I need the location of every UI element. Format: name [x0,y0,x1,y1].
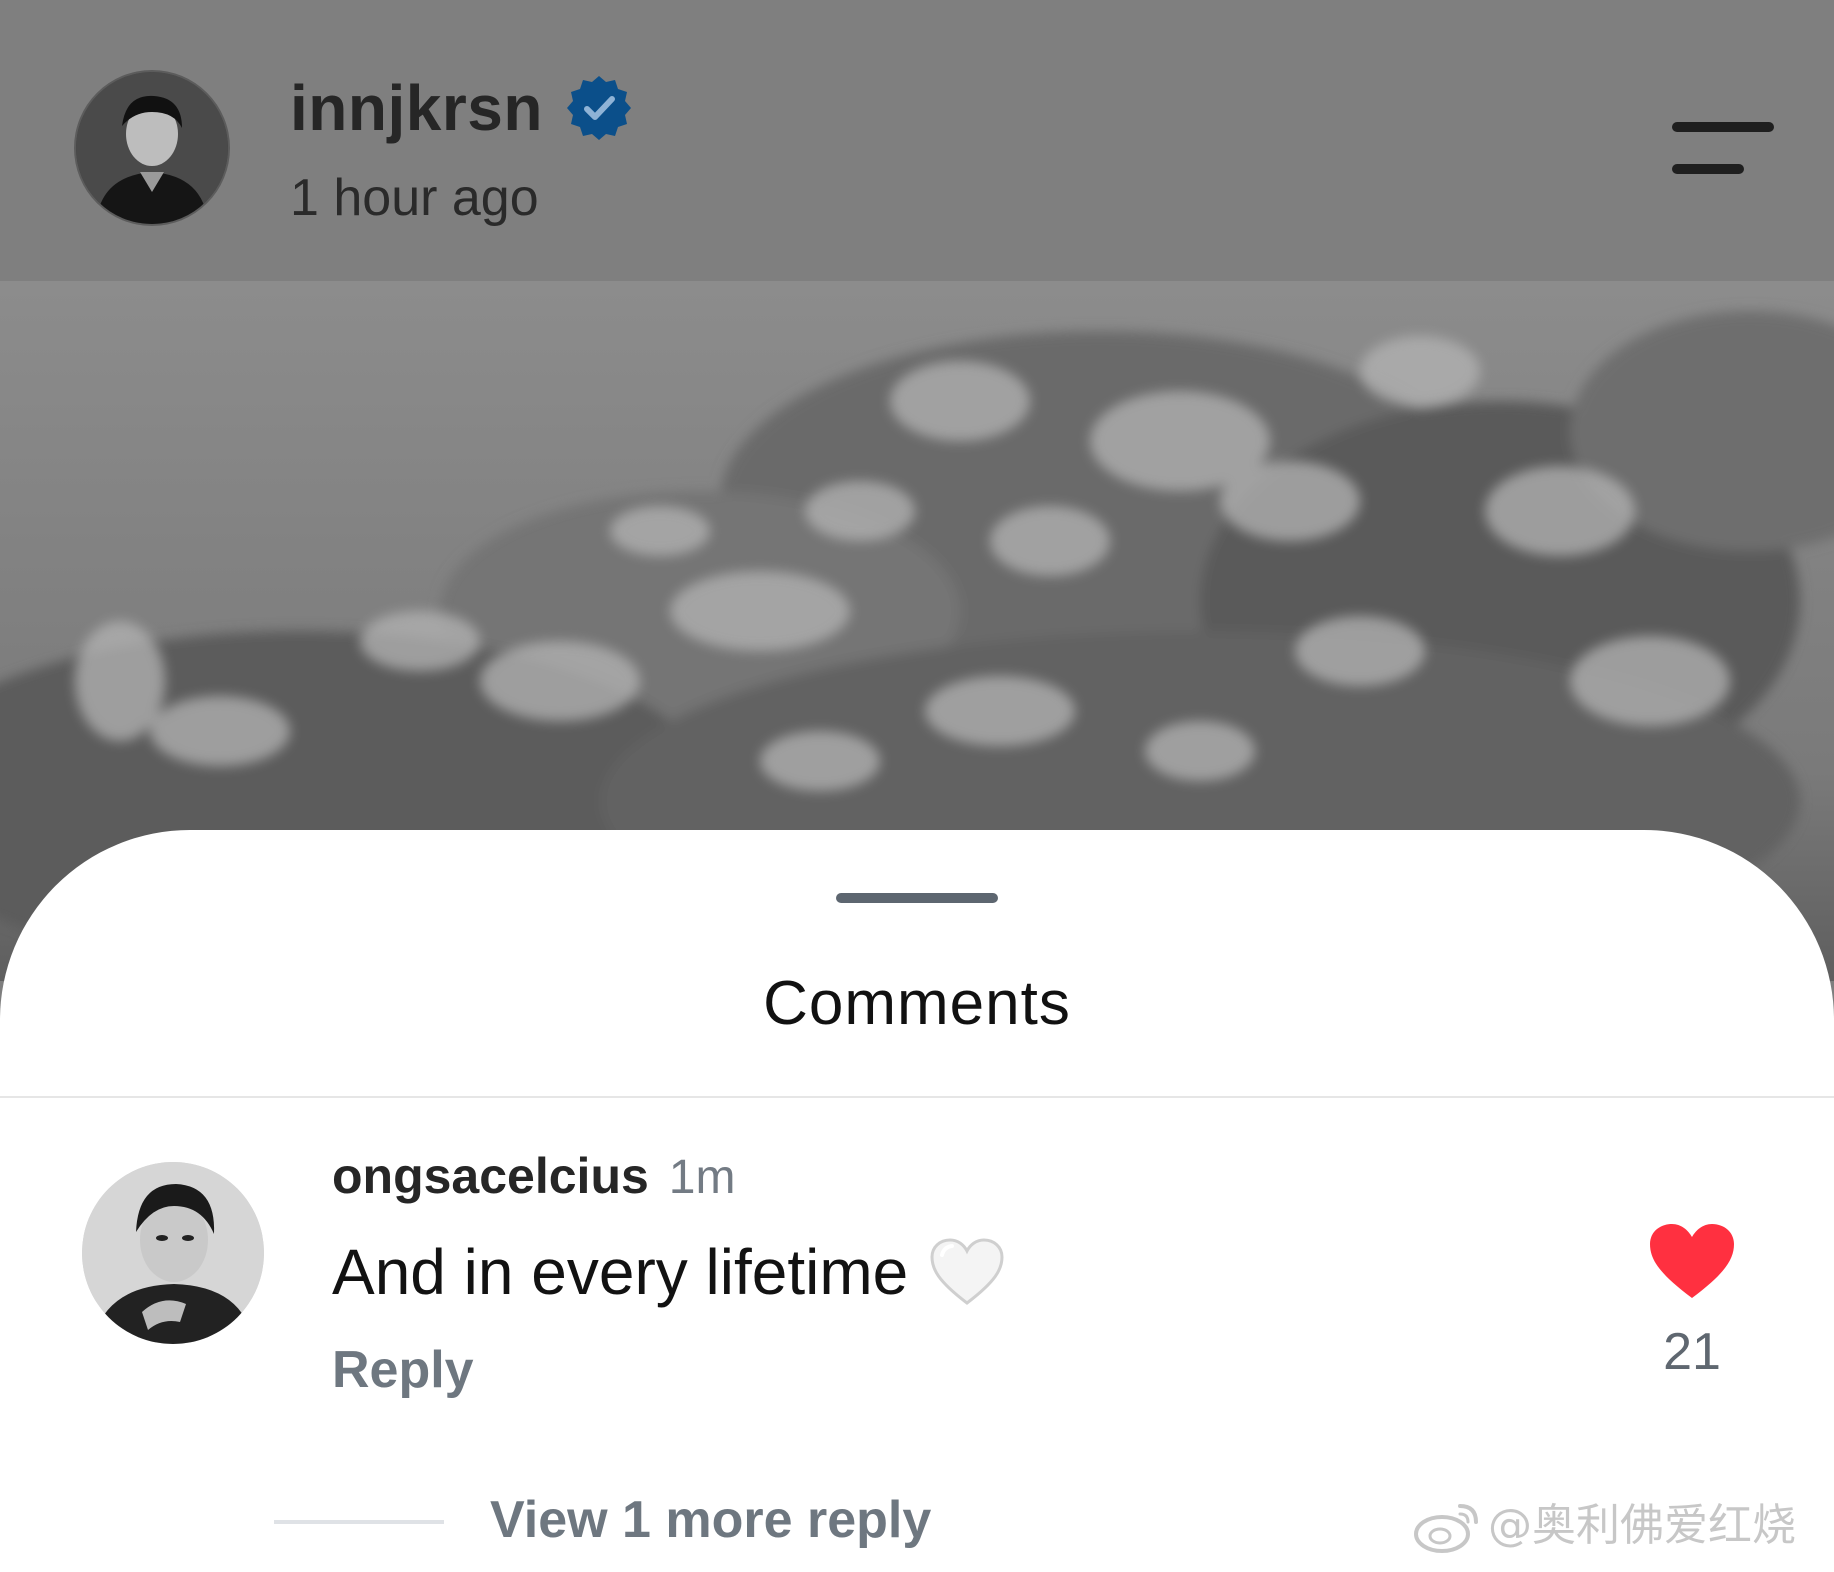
verified-badge-icon [566,76,631,140]
comments-title: Comments [763,969,1071,1038]
heart-icon[interactable] [1648,1222,1736,1302]
like-count: 21 [1663,1323,1721,1381]
comment-body: And in every lifetime [332,1232,1006,1312]
post-header: innjkrsn 1 hour ago [0,0,1834,281]
watermark-text: @奥利佛爱红烧 [1488,1500,1796,1551]
comment-meta: ongsacelcius 1m [332,1144,735,1210]
menu-icon[interactable] [1668,118,1778,180]
author-username[interactable]: innjkrsn [290,68,543,148]
watermark: @奥利佛爱红烧 [1412,1498,1796,1554]
author-avatar-photo [76,72,228,224]
weibo-logo-icon [1414,1504,1478,1553]
comment-timestamp: 1m [668,1151,736,1204]
comment-text: And in every lifetime [332,1236,909,1308]
white-heart-icon [930,1238,1004,1305]
sheet-drag-handle[interactable] [836,893,998,903]
reply-button[interactable]: Reply [332,1338,474,1402]
commenter-avatar-photo [82,1162,264,1344]
menu-icon-bar [1672,164,1744,174]
post-timestamp: 1 hour ago [290,169,539,227]
like-heart-filled [1650,1224,1734,1298]
author-avatar[interactable] [76,72,228,224]
view-more-replies-button[interactable]: View 1 more reply [490,1488,931,1552]
comments-sheet: Comments ongsacelcius 1m And in every li… [0,830,1834,1572]
menu-icon-bar [1672,122,1774,132]
commenter-avatar[interactable] [82,1162,264,1344]
comment-username[interactable]: ongsacelcius [332,1144,649,1208]
replies-indent-line [274,1520,444,1524]
author-row: innjkrsn [290,68,633,148]
